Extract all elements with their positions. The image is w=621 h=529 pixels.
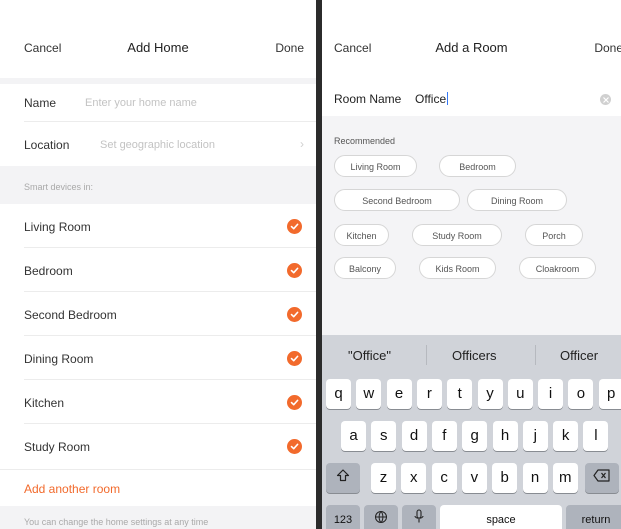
numbers-key[interactable]: 123 <box>326 505 360 529</box>
checkmark-icon[interactable] <box>287 395 302 410</box>
room-suggestion-chip[interactable]: Dining Room <box>467 189 567 211</box>
divider <box>426 345 427 365</box>
key-p[interactable]: p <box>598 379 621 409</box>
section-label: Smart devices in: <box>24 182 94 192</box>
return-key[interactable]: return <box>566 505 621 529</box>
key-h[interactable]: h <box>492 421 518 451</box>
key-c[interactable]: c <box>431 463 457 493</box>
room-label: Kitchen <box>24 396 65 410</box>
key-w[interactable]: w <box>356 379 382 409</box>
key-n[interactable]: n <box>522 463 548 493</box>
add-room-row[interactable]: Add another room <box>0 470 316 506</box>
room-suggestion-chip[interactable]: Kids Room <box>419 257 496 279</box>
room-suggestion-chip[interactable]: Study Room <box>412 224 502 246</box>
smart-devices-section: Smart devices in: <box>0 166 316 204</box>
suggestion-item[interactable]: Officers <box>452 348 497 363</box>
room-name-field[interactable]: Room Name Office <box>322 84 621 116</box>
checkmark-icon[interactable] <box>287 307 302 322</box>
done-button[interactable]: Done <box>275 41 304 55</box>
clear-icon[interactable] <box>600 94 611 105</box>
key-s[interactable]: s <box>371 421 397 451</box>
room-suggestion-chip[interactable]: Porch <box>525 224 583 246</box>
text-caret <box>447 92 449 105</box>
room-label: Bedroom <box>24 264 73 278</box>
footer-note: You can change the home settings at any … <box>24 517 209 527</box>
key-u[interactable]: u <box>507 379 533 409</box>
key-x[interactable]: x <box>401 463 427 493</box>
key-t[interactable]: t <box>447 379 473 409</box>
key-j[interactable]: j <box>522 421 548 451</box>
home-name-label: Name <box>24 96 57 110</box>
add-home-screen: Cancel Add Home Done Name Enter your hom… <box>0 0 316 529</box>
predictive-bar: "Office" Officers Officer <box>322 335 621 375</box>
key-q[interactable]: q <box>326 379 351 409</box>
room-suggestion-chip[interactable]: Balcony <box>334 257 396 279</box>
add-home-nav-bar: Cancel Add Home Done <box>0 0 316 84</box>
key-k[interactable]: k <box>553 421 579 451</box>
space-key[interactable]: space <box>440 505 562 529</box>
room-row[interactable]: Dining Room <box>0 336 316 380</box>
key-d[interactable]: d <box>401 421 427 451</box>
key-e[interactable]: e <box>386 379 412 409</box>
key-y[interactable]: y <box>477 379 503 409</box>
key-v[interactable]: v <box>461 463 487 493</box>
done-button[interactable]: Done <box>594 41 621 55</box>
on-screen-keyboard: "Office" Officers Officer qwertyuiop asdf… <box>322 335 621 529</box>
microphone-icon[interactable] <box>402 505 436 529</box>
room-suggestion-chip[interactable]: Living Room <box>334 155 417 177</box>
key-a[interactable]: a <box>341 421 366 451</box>
checkmark-icon[interactable] <box>287 219 302 234</box>
key-r[interactable]: r <box>416 379 442 409</box>
add-another-room-link[interactable]: Add another room <box>24 482 120 496</box>
room-suggestion-chip[interactable]: Kitchen <box>334 224 389 246</box>
suggestion-item[interactable]: "Office" <box>348 348 391 363</box>
key-f[interactable]: f <box>431 421 457 451</box>
chevron-right-icon: › <box>300 137 304 151</box>
home-name-input[interactable]: Enter your home name <box>85 97 197 109</box>
location-input[interactable]: Set geographic location <box>100 139 215 151</box>
room-name-label: Room Name <box>334 92 402 106</box>
suggestion-item[interactable]: Officer <box>560 348 598 363</box>
key-z[interactable]: z <box>371 463 396 493</box>
room-row[interactable]: Bedroom <box>0 248 316 292</box>
checkmark-icon[interactable] <box>287 263 302 278</box>
backspace-key[interactable] <box>585 463 619 493</box>
room-name-input[interactable]: Office <box>415 92 449 106</box>
room-suggestion-chip[interactable]: Second Bedroom <box>334 189 460 211</box>
shift-key[interactable] <box>326 463 360 493</box>
room-label: Dining Room <box>24 352 94 366</box>
room-row[interactable]: Study Room <box>0 424 316 468</box>
room-suggestion-chip[interactable]: Bedroom <box>439 155 516 177</box>
divider <box>535 345 536 365</box>
key-l[interactable]: l <box>583 421 609 451</box>
room-label: Study Room <box>24 440 91 454</box>
checkmark-icon[interactable] <box>287 439 302 454</box>
key-g[interactable]: g <box>462 421 488 451</box>
location-field[interactable]: Location Set geographic location › <box>0 122 316 166</box>
checkmark-icon[interactable] <box>287 351 302 366</box>
room-suggestion-chip[interactable]: Cloakroom <box>519 257 596 279</box>
key-m[interactable]: m <box>552 463 578 493</box>
page-title: Add Home <box>127 40 189 55</box>
add-room-nav-bar: Cancel Add a Room Done <box>322 0 621 84</box>
footer-section: You can change the home settings at any … <box>0 506 316 529</box>
room-label: Living Room <box>24 220 91 234</box>
room-label: Second Bedroom <box>24 308 117 322</box>
key-b[interactable]: b <box>492 463 518 493</box>
recommended-label: Recommended <box>334 136 396 146</box>
add-room-screen: Cancel Add a Room Done Room Name Office … <box>322 0 621 529</box>
room-row[interactable]: Living Room <box>0 204 316 248</box>
room-row[interactable]: Kitchen <box>0 380 316 424</box>
page-title: Add a Room <box>435 40 508 55</box>
key-o[interactable]: o <box>568 379 594 409</box>
location-label: Location <box>24 138 70 152</box>
key-i[interactable]: i <box>538 379 564 409</box>
room-row[interactable]: Second Bedroom <box>0 292 316 336</box>
globe-icon[interactable] <box>364 505 398 529</box>
